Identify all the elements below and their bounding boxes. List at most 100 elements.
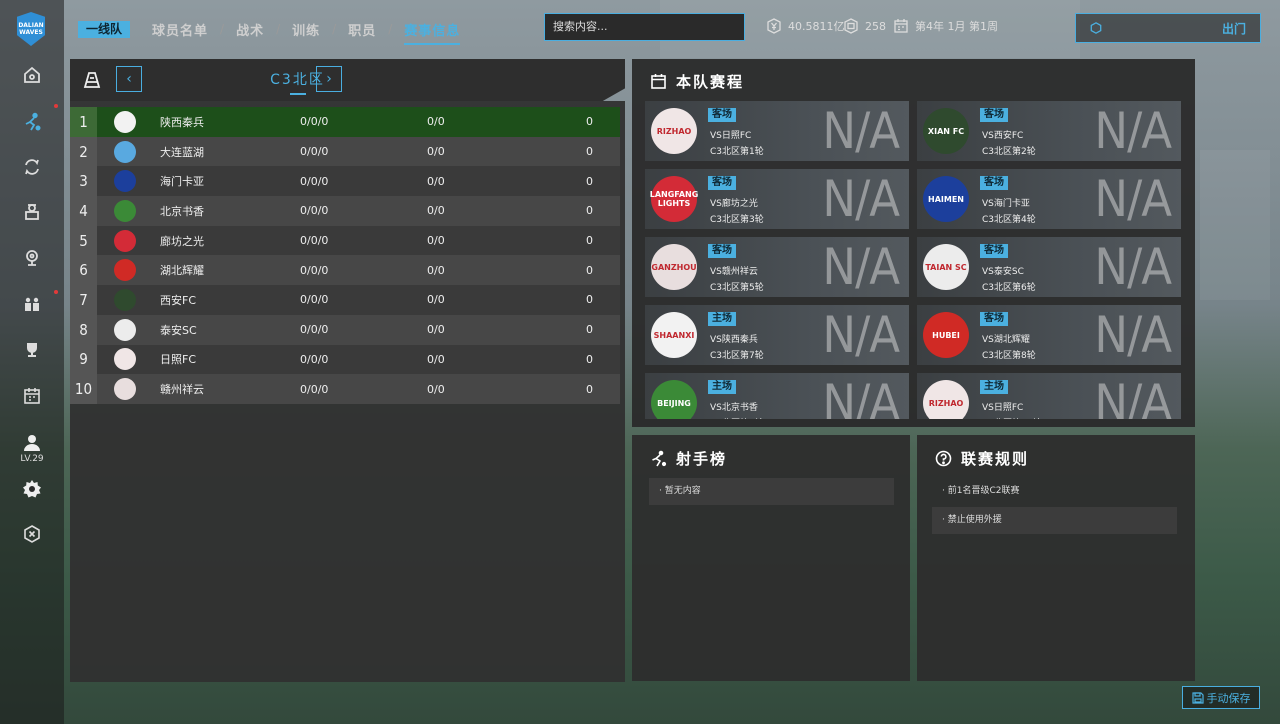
calendar-icon[interactable]: [20, 384, 44, 408]
fixture-result: N/A: [822, 306, 900, 364]
team-name[interactable]: 廊坊之光: [160, 233, 204, 249]
table-row[interactable]: 1 陕西秦兵 0/0/0 0/0 0: [70, 107, 620, 137]
team-icon[interactable]: [20, 292, 44, 316]
team-crest-icon: [114, 288, 136, 311]
fixture-opponent: VS日照FC: [982, 403, 1024, 413]
fixture-card[interactable]: HUBEI 客场 VS湖北辉耀 C3北区第8轮 N/A: [917, 305, 1181, 365]
scorers-empty: · 暂无内容: [649, 478, 894, 505]
date-value: 第4年 1月 第1周: [915, 20, 998, 33]
win-draw-loss: 0/0/0: [300, 352, 329, 366]
settings-icon[interactable]: [20, 477, 44, 501]
top-nav: 一线队 球员名单 / 战术 / 训练 / 职员 / 赛事信息: [78, 18, 461, 45]
fixture-card[interactable]: GANZHOU 客场 VS赣州祥云 C3北区第5轮 N/A: [645, 237, 909, 297]
team-name[interactable]: 西安FC: [160, 292, 196, 308]
opponent-crest-icon: SHAANXI: [651, 312, 697, 358]
tab-tactics[interactable]: 战术: [236, 20, 264, 39]
venue-badge: 客场: [708, 244, 736, 258]
manual-save-button[interactable]: 手动保存: [1182, 686, 1260, 709]
search-input[interactable]: 搜索内容...: [544, 13, 745, 41]
points: 0: [586, 145, 593, 159]
points: 0: [586, 382, 593, 396]
close-icon[interactable]: [20, 522, 44, 546]
sidebar: DALIAN WAVES LV.29: [0, 0, 64, 724]
fixture-card[interactable]: RIZHAO 主场 VS日照FC C3北区第10轮 N/A: [917, 373, 1181, 419]
team-name[interactable]: 日照FC: [160, 351, 196, 367]
alert-dot: [54, 290, 58, 294]
venue-badge: 主场: [708, 380, 736, 394]
trophy-icon[interactable]: [20, 338, 44, 362]
fixture-card[interactable]: RIZHAO 客场 VS日照FC C3北区第1轮 N/A: [645, 101, 909, 161]
fixture-round: C3北区第1轮: [710, 147, 764, 157]
fixture-card[interactable]: SHAANXI 主场 VS陕西秦兵 C3北区第7轮 N/A: [645, 305, 909, 365]
player-kick-icon[interactable]: [20, 110, 44, 134]
venue-badge: 客场: [980, 108, 1008, 122]
rank-cell: 8: [70, 314, 97, 345]
table-row[interactable]: 10 赣州祥云 0/0/0 0/0 0: [70, 374, 620, 404]
rank-cell: 2: [70, 136, 97, 167]
table-row[interactable]: 3 海门卡亚 0/0/0 0/0 0: [70, 166, 620, 197]
team-name[interactable]: 湖北辉耀: [160, 262, 204, 278]
fixture-card[interactable]: XIAN FC 客场 VS西安FC C3北区第2轮 N/A: [917, 101, 1181, 161]
tab-separator: /: [332, 22, 337, 36]
team-name[interactable]: 海门卡亚: [160, 173, 204, 189]
fixture-card[interactable]: LANGFANG LIGHTS 客场 VS廊坊之光 C3北区第3轮 N/A: [645, 169, 909, 229]
chevron-left-icon: ‹: [126, 71, 132, 87]
tab-training[interactable]: 训练: [292, 20, 320, 39]
table-row[interactable]: 5 廊坊之光 0/0/0 0/0 0: [70, 225, 620, 256]
points: 0: [586, 115, 593, 129]
fixture-opponent: VS陕西秦兵: [710, 335, 758, 345]
tab-competition-info[interactable]: 赛事信息: [404, 20, 461, 45]
transfer-icon[interactable]: [20, 155, 44, 179]
fixture-card[interactable]: BEIJING 主场 VS北京书香 C3北区第9轮 N/A: [645, 373, 909, 419]
prev-league-button[interactable]: ‹: [116, 66, 142, 92]
team-badge[interactable]: 一线队: [78, 20, 131, 38]
profile-icon[interactable]: [20, 431, 44, 455]
goals-for-against: 0/0: [427, 293, 445, 307]
club-logo[interactable]: DALIAN WAVES: [17, 12, 45, 46]
fixture-round: C3北区第3轮: [710, 215, 764, 225]
venue-badge: 主场: [708, 312, 736, 326]
home-icon[interactable]: [20, 63, 44, 87]
tab-roster[interactable]: 球员名单: [152, 20, 208, 39]
standings-table: 1 陕西秦兵 0/0/0 0/0 0 2 大连蓝湖 0/0/0 0/0 0 3 海门卡亚 0/0/0 0/…: [70, 107, 620, 404]
table-row[interactable]: 8 泰安SC 0/0/0 0/0 0: [70, 314, 620, 345]
rank-cell: 5: [70, 225, 97, 256]
count-value: 258: [865, 19, 886, 33]
team-name[interactable]: 北京书香: [160, 203, 204, 219]
team-name[interactable]: 泰安SC: [160, 322, 197, 338]
fixture-round: C3北区第6轮: [982, 283, 1036, 293]
venue-badge: 客场: [980, 176, 1008, 190]
table-row[interactable]: 4 北京书香 0/0/0 0/0 0: [70, 196, 620, 226]
venue-badge: 客场: [980, 244, 1008, 258]
fixture-result: N/A: [822, 170, 900, 228]
table-row[interactable]: 2 大连蓝湖 0/0/0 0/0 0: [70, 136, 620, 167]
fixture-card[interactable]: TAIAN SC 客场 VS泰安SC C3北区第6轮 N/A: [917, 237, 1181, 297]
table-row[interactable]: 9 日照FC 0/0/0 0/0 0: [70, 344, 620, 375]
fixture-card[interactable]: HAIMEN 客场 VS海门卡亚 C3北区第4轮 N/A: [917, 169, 1181, 229]
fixtures-list[interactable]: RIZHAO 客场 VS日照FC C3北区第1轮 N/A XIAN FC 客场 VS西安FC C…: [645, 101, 1181, 419]
opponent-crest-icon: HUBEI: [923, 312, 969, 358]
team-name[interactable]: 大连蓝湖: [160, 144, 204, 160]
fixture-opponent: VS北京书香: [710, 403, 758, 413]
opponent-crest-icon: RIZHAO: [923, 380, 969, 419]
pitch-icon: [83, 72, 101, 88]
team-name[interactable]: 赣州祥云: [160, 381, 204, 397]
points: 0: [586, 204, 593, 218]
opponent-crest-icon: RIZHAO: [651, 108, 697, 154]
fixture-result: N/A: [822, 374, 900, 419]
points: 0: [586, 174, 593, 188]
staff-icon[interactable]: [20, 200, 44, 224]
fixture-opponent: VS泰安SC: [982, 267, 1024, 277]
exit-button[interactable]: 出门: [1075, 13, 1261, 43]
win-draw-loss: 0/0/0: [300, 323, 329, 337]
fixture-round: C3北区第10轮: [982, 416, 1041, 419]
tab-staff[interactable]: 职员: [348, 20, 376, 39]
fixture-round: C3北区第8轮: [982, 351, 1036, 361]
count-stat: 258: [843, 18, 886, 34]
funds-stat: 40.5811亿: [766, 18, 845, 34]
next-league-button[interactable]: ›: [316, 66, 342, 92]
table-row[interactable]: 6 湖北辉耀 0/0/0 0/0 0: [70, 255, 620, 286]
team-name[interactable]: 陕西秦兵: [160, 114, 204, 130]
scout-icon[interactable]: [20, 246, 44, 270]
table-row[interactable]: 7 西安FC 0/0/0 0/0 0: [70, 285, 620, 315]
